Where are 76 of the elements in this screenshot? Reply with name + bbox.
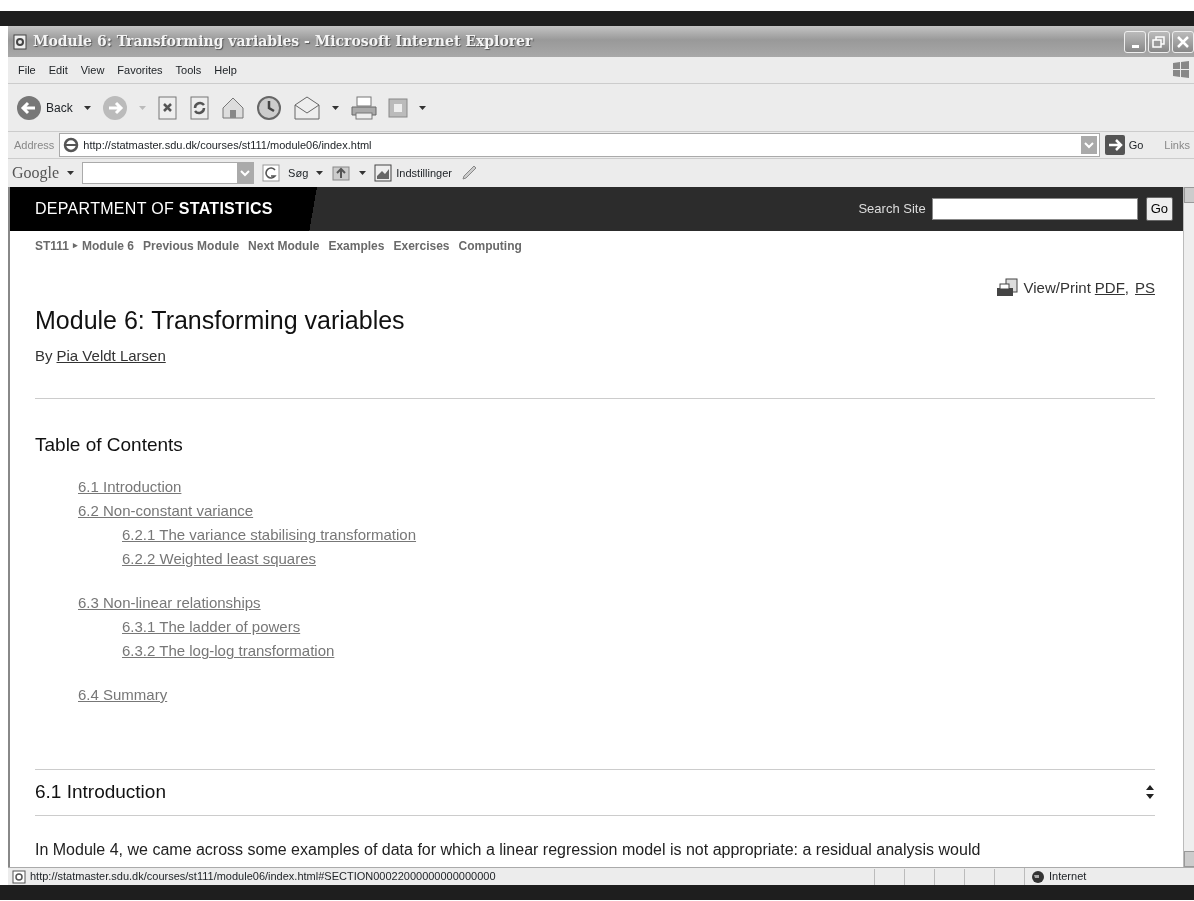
search-button[interactable]: Go (1145, 197, 1173, 221)
menu-item[interactable]: Help (214, 61, 237, 79)
site-title[interactable]: DEPARTMENT OF STATISTICS (35, 197, 273, 221)
caret-icon[interactable] (316, 170, 324, 176)
maximize-button[interactable] (1148, 30, 1170, 53)
site-search-field[interactable] (931, 198, 1138, 220)
menu-item[interactable]: Tools (175, 61, 202, 79)
status-text: http://statmaster.sdu.dk/courses/st111/module06/index.html#SECTION00022000000000000000 (30, 869, 496, 885)
breadcrumb-item[interactable]: Module 6 (82, 237, 135, 255)
caret-icon[interactable] (330, 103, 340, 112)
close-button[interactable] (1172, 30, 1194, 53)
address-field[interactable]: http://statmaster.sdu.dk/courses/st111/module06/index.html (59, 133, 1100, 157)
stop-icon[interactable] (156, 95, 179, 120)
view-print-text: View/Print (1023, 278, 1091, 298)
window-title: Module 6: Transforming variables - Microsoft Internet Explorer (33, 32, 533, 51)
google-search-button[interactable]: Søg (262, 164, 309, 182)
section-heading: 6.1 Introduction (35, 780, 166, 804)
toc-link[interactable]: 6.1 Introduction (78, 478, 182, 495)
nav-link-item[interactable]: Examples (328, 237, 385, 255)
toc-link[interactable]: 6.4 Summary (78, 686, 168, 703)
minimize-icon (1131, 44, 1139, 48)
toc-link[interactable]: 6.2.1 The variance stabilising transformation (122, 526, 417, 543)
google-logo[interactable]: Google (12, 161, 60, 185)
dropdown-icon[interactable] (237, 163, 254, 183)
menu-item[interactable]: File (18, 61, 36, 79)
history-icon[interactable] (254, 94, 283, 121)
toc-link[interactable]: 6.2.2 Weighted least squares (122, 550, 316, 567)
menu-item[interactable]: Favorites (117, 61, 163, 79)
back-button[interactable]: Back (16, 94, 73, 121)
settings-icon (374, 164, 393, 182)
pdf-link[interactable]: PDF (1094, 277, 1125, 300)
document-icon (12, 33, 28, 50)
toc-link[interactable]: 6.3 Non-linear relationships (78, 594, 261, 611)
google-search-field[interactable] (82, 162, 255, 184)
caret-icon[interactable] (82, 103, 92, 112)
caret-icon[interactable] (359, 170, 367, 176)
minimize-button[interactable] (1124, 30, 1146, 53)
page-icon (63, 137, 80, 153)
toc-link[interactable]: 6.2 Non-constant variance (78, 502, 254, 519)
toc-heading: Table of Contents (35, 432, 184, 457)
breadcrumb-separator: ▸ (73, 239, 79, 253)
go-button[interactable]: Go (1104, 135, 1144, 155)
breadcrumb-item[interactable]: ST111 (35, 237, 70, 255)
zone-text: Internet (1049, 869, 1087, 885)
windows-logo-icon (1170, 59, 1192, 81)
ps-link[interactable]: PS (1135, 277, 1155, 300)
toc-link[interactable]: 6.3.2 The log-log transformation (122, 642, 335, 659)
caret-icon[interactable] (417, 103, 427, 112)
page-title: Module 6: Transforming variables (35, 304, 406, 336)
paragraph: In Module 4, we came across some examples of data for which a linear regression model is not appropriate: a residual analysis would (35, 839, 982, 859)
sort-icon[interactable] (1145, 784, 1155, 801)
media-icon[interactable] (387, 97, 408, 118)
author-link[interactable]: Pia Veldt Larsen (56, 345, 166, 368)
caret-icon[interactable] (67, 170, 75, 176)
nav-link-item[interactable]: Computing (458, 237, 522, 255)
g-logo-icon (262, 164, 281, 182)
printer-icon[interactable] (349, 94, 378, 121)
byline-prefix: By (35, 346, 53, 366)
comma-separator: , (1124, 278, 1129, 298)
nav-link-item[interactable]: Exercises (393, 237, 450, 255)
nav-link-item[interactable]: Next Module (248, 237, 320, 255)
menu-item[interactable]: Edit (48, 61, 68, 79)
mail-icon[interactable] (292, 94, 321, 121)
printer-icon (995, 278, 1020, 299)
highlighter-icon[interactable] (459, 164, 478, 182)
address-label: Address (14, 137, 55, 153)
menu-item[interactable]: View (80, 61, 105, 79)
page-icon (12, 869, 26, 884)
search-label: Search Site (858, 200, 926, 219)
dropdown-icon[interactable] (1080, 136, 1097, 154)
nav-link-item[interactable]: Previous Module (143, 237, 240, 255)
home-icon[interactable] (220, 95, 245, 120)
settings-button[interactable]: Indstillinger (374, 164, 452, 182)
arrow-icon (1104, 135, 1125, 155)
toc-link[interactable]: 6.3.1 The ladder of powers (122, 618, 301, 635)
refresh-icon[interactable] (188, 95, 211, 120)
